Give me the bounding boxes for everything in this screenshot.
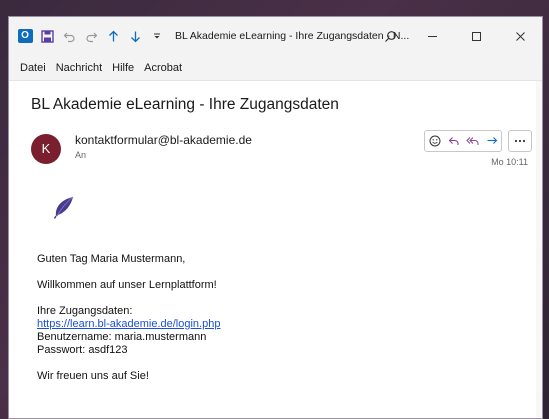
outlook-icon: O — [17, 28, 33, 44]
greeting: Guten Tag Maria Mustermann, — [37, 253, 186, 265]
redo-icon[interactable] — [83, 28, 99, 44]
reply-all-icon[interactable] — [463, 131, 482, 151]
customize-icon[interactable] — [149, 28, 165, 44]
sender-row: K kontaktformular@bl-akademie.de An Mo 1… — [27, 126, 542, 174]
login-link[interactable]: https://learn.bl-akademie.de/login.php — [37, 318, 220, 331]
feather-logo-icon — [53, 195, 75, 224]
outlook-window: O BL Akademie eLearning - Ihre Zugangsda… — [8, 16, 543, 419]
credentials-label: Ihre Zugangsdaten: — [37, 305, 133, 317]
action-group — [424, 130, 502, 152]
search-icon[interactable] — [370, 17, 410, 55]
menu-datei[interactable]: Datei — [15, 62, 51, 74]
more-icon[interactable] — [508, 130, 532, 152]
emoji-icon[interactable] — [425, 131, 444, 151]
close-icon[interactable] — [498, 17, 542, 55]
up-arrow-icon[interactable] — [105, 28, 121, 44]
closing-text: Wir freuen uns auf Sie! — [37, 370, 149, 382]
undo-icon[interactable] — [61, 28, 77, 44]
save-icon[interactable] — [39, 28, 55, 44]
received-time: Mo 10:11 — [491, 157, 528, 167]
to-label: An — [75, 150, 87, 160]
email-subject: BL Akademie eLearning - Ihre Zugangsdate… — [31, 96, 339, 113]
menu-nachricht[interactable]: Nachricht — [51, 62, 107, 74]
welcome-text: Willkommen auf unser Lernplattform! — [37, 279, 217, 291]
minimize-icon[interactable] — [410, 17, 454, 55]
maximize-icon[interactable] — [454, 17, 498, 55]
menu-acrobat[interactable]: Acrobat — [139, 62, 187, 74]
email-body: Guten Tag Maria Mustermann, Willkommen a… — [37, 253, 220, 396]
down-arrow-icon[interactable] — [127, 28, 143, 44]
scrollbar[interactable] — [536, 81, 542, 418]
reply-icon[interactable] — [444, 131, 463, 151]
username-line: Benutzername: maria.mustermann — [37, 331, 207, 343]
sender-address[interactable]: kontaktformular@bl-akademie.de — [75, 133, 252, 147]
title-bar: O BL Akademie eLearning - Ihre Zugangsda… — [9, 17, 542, 55]
menu-hilfe[interactable]: Hilfe — [107, 62, 139, 74]
password-line: Passwort: asdf123 — [37, 344, 128, 356]
message-pane: BL Akademie eLearning - Ihre Zugangsdate… — [9, 96, 542, 174]
message-actions — [424, 130, 532, 152]
forward-icon[interactable] — [482, 131, 501, 151]
menu-bar: Datei Nachricht Hilfe Acrobat — [9, 55, 542, 81]
avatar[interactable]: K — [31, 134, 61, 164]
